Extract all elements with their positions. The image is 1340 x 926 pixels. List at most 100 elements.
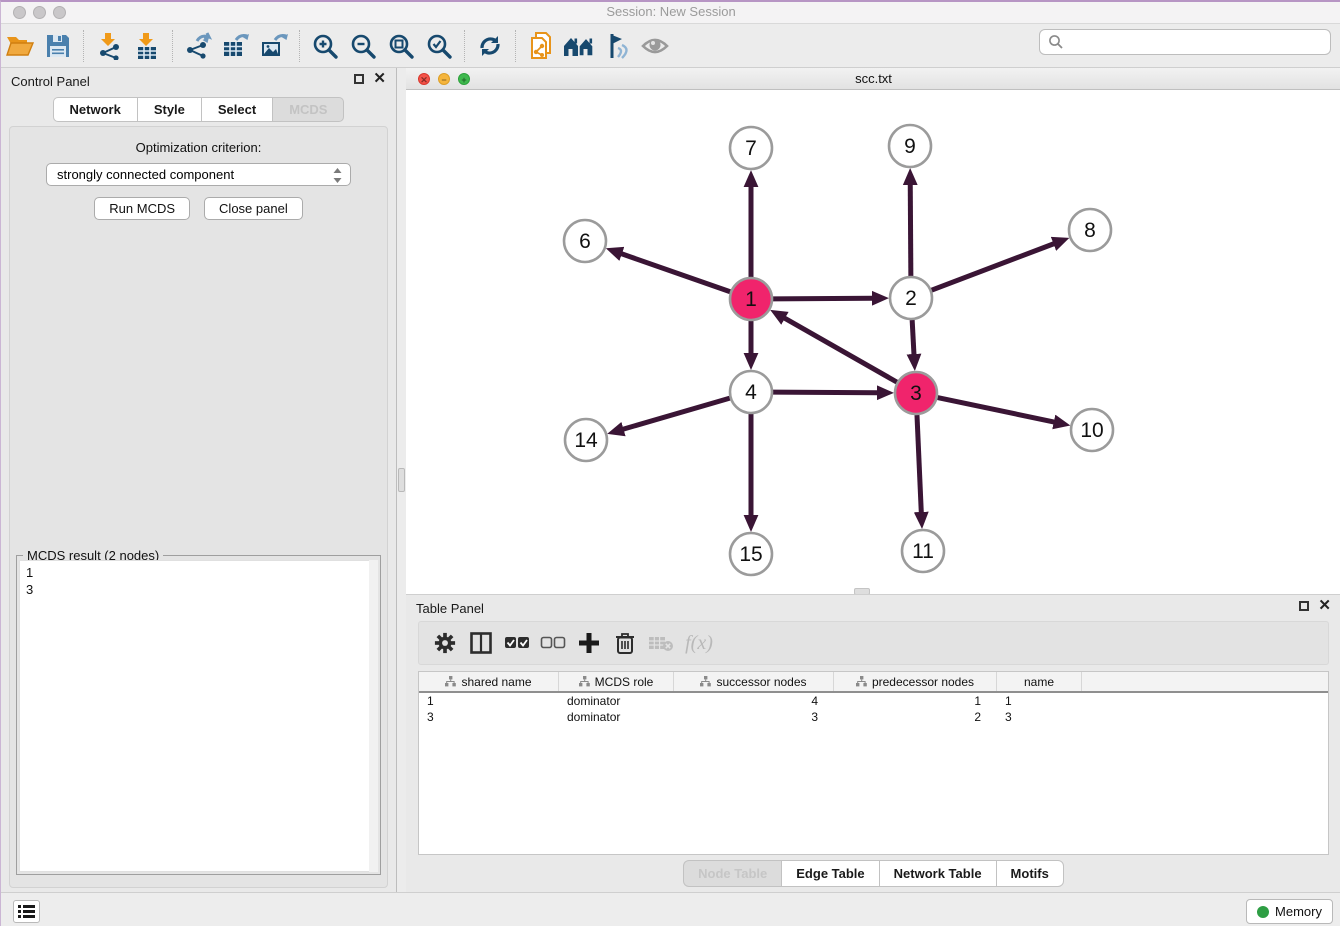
mcds-result-text[interactable]: 1 3 (19, 560, 378, 872)
table-cell[interactable]: 2 (834, 709, 997, 725)
node-4[interactable]: 4 (730, 371, 772, 413)
table-row[interactable]: 1dominator411 (419, 693, 1328, 709)
node-6[interactable]: 6 (564, 220, 606, 262)
column-header-MCDS-role[interactable]: MCDS role (559, 672, 674, 691)
select-all-columns-button[interactable] (499, 625, 535, 661)
table-row[interactable]: 3dominator323 (419, 709, 1328, 725)
tab-edge-table[interactable]: Edge Table (781, 860, 878, 887)
add-column-button[interactable] (571, 625, 607, 661)
memory-button[interactable]: Memory (1246, 899, 1333, 924)
float-table-panel-icon[interactable] (1299, 601, 1309, 611)
table-cell[interactable]: 1 (997, 693, 1082, 709)
search-input[interactable] (1068, 30, 1330, 54)
close-panel-icon[interactable]: ✕ (373, 74, 386, 84)
toolbar-separator (464, 30, 465, 62)
node-8[interactable]: 8 (1069, 209, 1111, 251)
criterion-select[interactable]: strongly connected component (46, 163, 351, 186)
network-maximize-button[interactable]: + (458, 73, 470, 85)
export-table-button[interactable] (217, 28, 255, 64)
status-bar: Memory (1, 892, 1340, 926)
network-minimize-button[interactable]: − (438, 73, 450, 85)
node-1[interactable]: 1 (730, 278, 772, 320)
hide-details-icon (602, 32, 632, 60)
table-cell[interactable]: dominator (559, 693, 674, 709)
show-graphics-details-button[interactable] (636, 28, 674, 64)
window-zoom-button[interactable] (53, 6, 66, 19)
float-panel-icon[interactable] (354, 74, 364, 84)
application-window: Session: New Session (0, 0, 1340, 926)
memory-status-icon (1257, 906, 1269, 918)
node-2[interactable]: 2 (890, 277, 932, 319)
import-network-button[interactable] (90, 28, 128, 64)
mcds-result-scrollbar[interactable] (369, 560, 378, 872)
unselect-all-columns-button[interactable] (535, 625, 571, 661)
node-10[interactable]: 10 (1071, 409, 1113, 451)
table-options-button[interactable] (427, 625, 463, 661)
function-builder-button[interactable]: f(x) (679, 625, 715, 661)
node-14[interactable]: 14 (565, 419, 607, 461)
node-11[interactable]: 11 (902, 530, 944, 572)
tab-select[interactable]: Select (201, 97, 272, 122)
delete-table-button[interactable] (643, 625, 679, 661)
edge-3-1[interactable] (784, 318, 897, 382)
table-cell[interactable]: 1 (419, 693, 559, 709)
node-3[interactable]: 3 (895, 372, 937, 414)
table-cell[interactable]: 1 (834, 693, 997, 709)
edge-3-11[interactable] (917, 415, 921, 513)
node-9[interactable]: 9 (889, 125, 931, 167)
column-header-name[interactable]: name (997, 672, 1082, 691)
first-neighbors-button[interactable] (560, 28, 598, 64)
tab-motifs[interactable]: Motifs (996, 860, 1064, 887)
refresh-network-view-button[interactable] (471, 28, 509, 64)
delete-columns-button[interactable] (607, 625, 643, 661)
table-cell[interactable]: 3 (674, 709, 834, 725)
tab-network-table[interactable]: Network Table (879, 860, 996, 887)
column-header-shared-name[interactable]: shared name (419, 672, 559, 691)
export-image-button[interactable] (255, 28, 293, 64)
table-cell[interactable]: 4 (674, 693, 834, 709)
vertical-splitter-grip[interactable] (398, 468, 405, 492)
edge-1-6[interactable] (621, 254, 730, 292)
node-15[interactable]: 15 (730, 533, 772, 575)
edge-2-3[interactable] (912, 320, 914, 355)
export-network-button[interactable] (179, 28, 217, 64)
column-header-predecessor-nodes[interactable]: predecessor nodes (834, 672, 997, 691)
node-table[interactable]: shared nameMCDS rolesuccessor nodes prede… (418, 671, 1329, 855)
edge-4-14[interactable] (622, 398, 729, 429)
task-history-button[interactable] (13, 900, 40, 923)
table-cell[interactable]: dominator (559, 709, 674, 725)
zoom-selected-button[interactable] (420, 28, 458, 64)
tab-mcds[interactable]: MCDS (272, 97, 344, 122)
open-session-button[interactable] (1, 28, 39, 64)
tab-node-table[interactable]: Node Table (683, 860, 781, 887)
zoom-in-button[interactable] (306, 28, 344, 64)
column-header-successor-nodes[interactable]: successor nodes (674, 672, 834, 691)
network-graph[interactable]: 7 9 6 8 1 2 4 3 14 10 15 11 (406, 90, 1340, 594)
close-table-panel-icon[interactable]: ✕ (1318, 601, 1331, 611)
window-minimize-button[interactable] (33, 6, 46, 19)
edge-2-9[interactable] (910, 184, 911, 276)
save-session-button[interactable] (39, 28, 77, 64)
zoom-fit-button[interactable] (382, 28, 420, 64)
edge-4-3[interactable] (773, 392, 878, 393)
table-cell[interactable]: 3 (419, 709, 559, 725)
zoom-out-button[interactable] (344, 28, 382, 64)
export-table-icon (221, 32, 251, 60)
run-mcds-button[interactable]: Run MCDS (94, 197, 190, 220)
tab-network[interactable]: Network (53, 97, 137, 122)
node-7[interactable]: 7 (730, 127, 772, 169)
close-panel-button[interactable]: Close panel (204, 197, 303, 220)
duplicate-network-button[interactable] (522, 28, 560, 64)
edge-1-2[interactable] (773, 298, 873, 299)
control-panel: Control Panel ✕ NetworkStyleSelectMCDS O… (1, 68, 397, 892)
hide-graphics-details-button[interactable] (598, 28, 636, 64)
import-table-button[interactable] (128, 28, 166, 64)
edge-3-10[interactable] (938, 398, 1055, 423)
edge-2-8[interactable] (932, 243, 1055, 290)
show-columns-button[interactable] (463, 625, 499, 661)
table-cell[interactable]: 3 (997, 709, 1082, 725)
tab-style[interactable]: Style (137, 97, 201, 122)
network-close-button[interactable]: ✕ (418, 73, 430, 85)
column-header-label: predecessor nodes (872, 675, 974, 689)
window-close-button[interactable] (13, 6, 26, 19)
